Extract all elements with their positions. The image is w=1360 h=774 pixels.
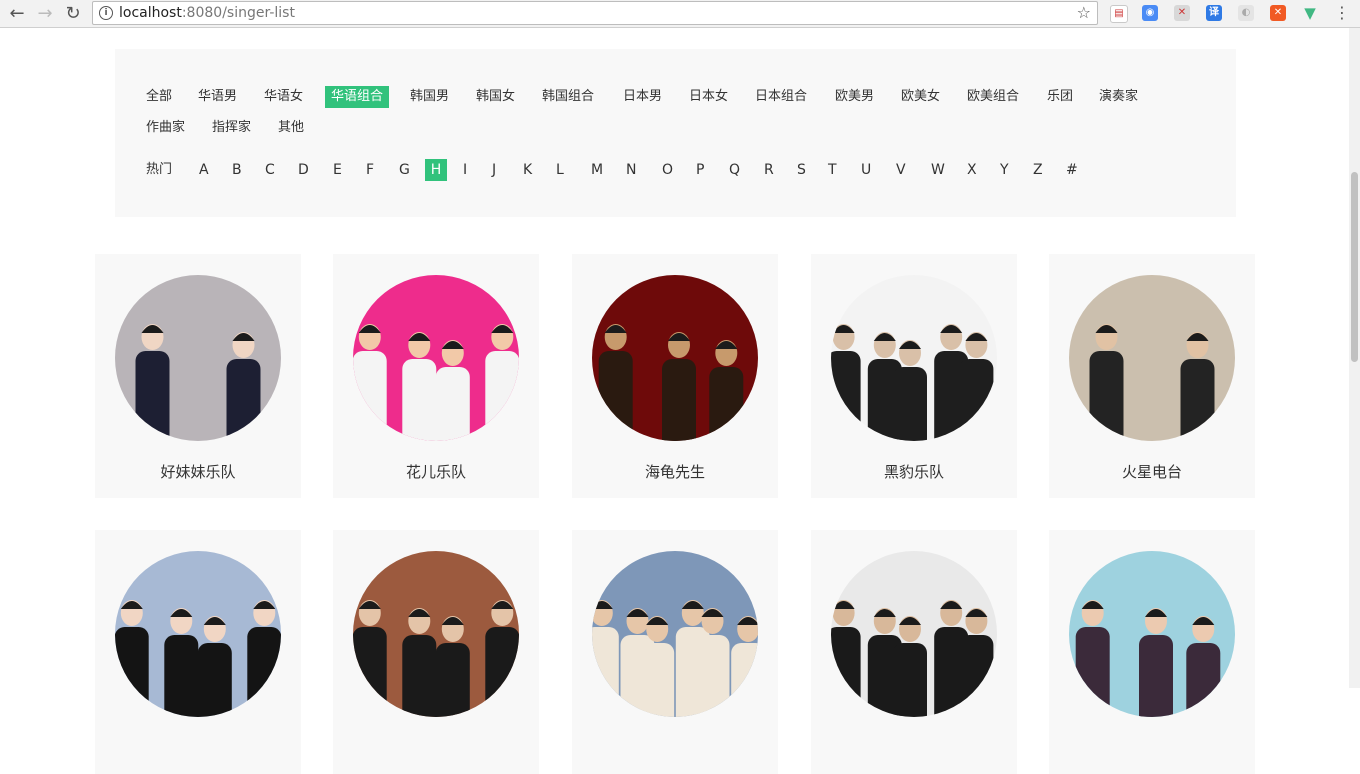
browser-menu-icon[interactable]: ⋮ <box>1334 3 1350 23</box>
browser-toolbar: ← → ↻ i localhost:8080/singer-list ☆ ▤ ◉… <box>0 0 1360 28</box>
singer-card[interactable] <box>1049 530 1255 774</box>
singer-avatar[interactable] <box>353 275 519 441</box>
extension-calendar-icon[interactable]: ▤ <box>1110 5 1128 23</box>
address-bar[interactable]: i localhost:8080/singer-list ☆ <box>92 1 1098 25</box>
letter-tag[interactable]: D <box>298 159 309 181</box>
singer-card[interactable]: 海龟先生 <box>572 254 778 498</box>
singer-avatar[interactable] <box>353 551 519 717</box>
category-tag[interactable]: 乐团 <box>1047 86 1073 108</box>
letter-tag[interactable]: Q <box>729 159 740 181</box>
singer-filter-panel: 全部 华语男 华语女 华语组合 韩国男 韩国女 韩国组合 日本男 日本女 日本组合 欧美男 欧美女 欧美… <box>115 49 1236 217</box>
singer-avatar[interactable] <box>115 275 281 441</box>
extension-block-icon[interactable]: ✕ <box>1174 5 1190 21</box>
letter-tag[interactable]: V <box>896 159 906 181</box>
singer-name[interactable]: 黑豹乐队 <box>811 461 1017 482</box>
back-arrow-icon[interactable]: ← <box>6 3 28 25</box>
category-tag[interactable]: 韩国男 <box>410 86 449 108</box>
category-tag[interactable]: 欧美女 <box>901 86 940 108</box>
singer-card[interactable] <box>95 530 301 774</box>
letter-tag[interactable]: T <box>828 159 837 181</box>
category-tag[interactable]: 韩国女 <box>476 86 515 108</box>
letter-tag[interactable]: Y <box>1000 159 1009 181</box>
singer-avatar[interactable] <box>831 551 997 717</box>
singer-card[interactable] <box>333 530 539 774</box>
singer-avatar[interactable] <box>592 275 758 441</box>
letter-tag[interactable]: R <box>764 159 774 181</box>
singer-card[interactable]: 黑豹乐队 <box>811 254 1017 498</box>
singer-name[interactable]: 好妹妹乐队 <box>95 461 301 482</box>
letter-tag[interactable]: Z <box>1033 159 1043 181</box>
category-tag[interactable]: 演奏家 <box>1099 86 1138 108</box>
reload-icon[interactable]: ↻ <box>62 3 84 25</box>
extension-tool-icon[interactable]: ✕ <box>1270 5 1286 21</box>
extension-translate-icon[interactable]: 译 <box>1206 5 1222 21</box>
singer-name[interactable]: 花儿乐队 <box>333 461 539 482</box>
letter-tag[interactable]: W <box>931 159 945 181</box>
singer-card[interactable]: 火星电台 <box>1049 254 1255 498</box>
letter-tag[interactable]: P <box>696 159 704 181</box>
letter-tag[interactable]: 热门 <box>146 159 172 181</box>
letter-tag[interactable]: B <box>232 159 242 181</box>
letter-tag[interactable]: H <box>425 159 447 181</box>
letter-tag[interactable]: O <box>662 159 673 181</box>
singer-card[interactable] <box>811 530 1017 774</box>
letter-tag[interactable]: U <box>861 159 871 181</box>
bookmark-star-icon[interactable]: ☆ <box>1077 2 1091 24</box>
letter-tag[interactable]: X <box>967 159 977 181</box>
extension-disabled-icon[interactable]: ◐ <box>1238 5 1254 21</box>
letter-tag[interactable]: S <box>797 159 806 181</box>
url-text[interactable]: localhost:8080/singer-list <box>119 5 295 21</box>
letter-tag[interactable]: A <box>199 159 209 181</box>
category-tag[interactable]: 欧美组合 <box>967 86 1019 108</box>
forward-arrow-icon[interactable]: → <box>34 3 56 25</box>
letter-tag[interactable]: F <box>366 159 374 181</box>
letter-tag[interactable]: J <box>492 159 496 181</box>
singer-card[interactable]: 好妹妹乐队 <box>95 254 301 498</box>
letter-tag[interactable]: E <box>333 159 342 181</box>
letter-tag[interactable]: C <box>265 159 275 181</box>
singer-name[interactable]: 海龟先生 <box>572 461 778 482</box>
letter-tag[interactable]: I <box>463 159 467 181</box>
letter-tag[interactable]: M <box>591 159 603 181</box>
letter-tag[interactable]: # <box>1066 159 1078 181</box>
url-host: localhost <box>119 5 182 21</box>
singer-avatar[interactable] <box>1069 551 1235 717</box>
singer-avatar[interactable] <box>831 275 997 441</box>
category-tag[interactable]: 日本男 <box>623 86 662 108</box>
category-tag[interactable]: 日本女 <box>689 86 728 108</box>
category-tag[interactable]: 作曲家 <box>146 117 185 139</box>
category-tag[interactable]: 指挥家 <box>212 117 251 139</box>
extension-chrome-icon[interactable]: ◉ <box>1142 5 1158 21</box>
letter-tag[interactable]: G <box>399 159 410 181</box>
singer-avatar[interactable] <box>592 551 758 717</box>
category-tag[interactable]: 其他 <box>278 117 304 139</box>
singer-avatar[interactable] <box>115 551 281 717</box>
category-tag[interactable]: 日本组合 <box>755 86 807 108</box>
category-tag[interactable]: 华语组合 <box>325 86 390 108</box>
letter-tag[interactable]: K <box>523 159 532 181</box>
singer-name[interactable]: 火星电台 <box>1049 461 1255 482</box>
singer-card[interactable]: 花儿乐队 <box>333 254 539 498</box>
vue-devtools-icon[interactable]: ▼ <box>1302 5 1318 21</box>
scrollbar-thumb[interactable] <box>1351 172 1358 362</box>
page-scrollbar[interactable] <box>1349 28 1360 688</box>
info-icon[interactable]: i <box>99 6 113 20</box>
singer-card[interactable] <box>572 530 778 774</box>
category-tag[interactable]: 华语男 <box>198 86 237 108</box>
letter-tag[interactable]: N <box>626 159 636 181</box>
category-tag[interactable]: 全部 <box>146 86 172 108</box>
letter-tag[interactable]: L <box>556 159 564 181</box>
url-path: :8080/singer-list <box>181 5 295 21</box>
category-tag[interactable]: 欧美男 <box>835 86 874 108</box>
category-tag[interactable]: 华语女 <box>264 86 303 108</box>
singer-avatar[interactable] <box>1069 275 1235 441</box>
category-tag[interactable]: 韩国组合 <box>542 86 594 108</box>
